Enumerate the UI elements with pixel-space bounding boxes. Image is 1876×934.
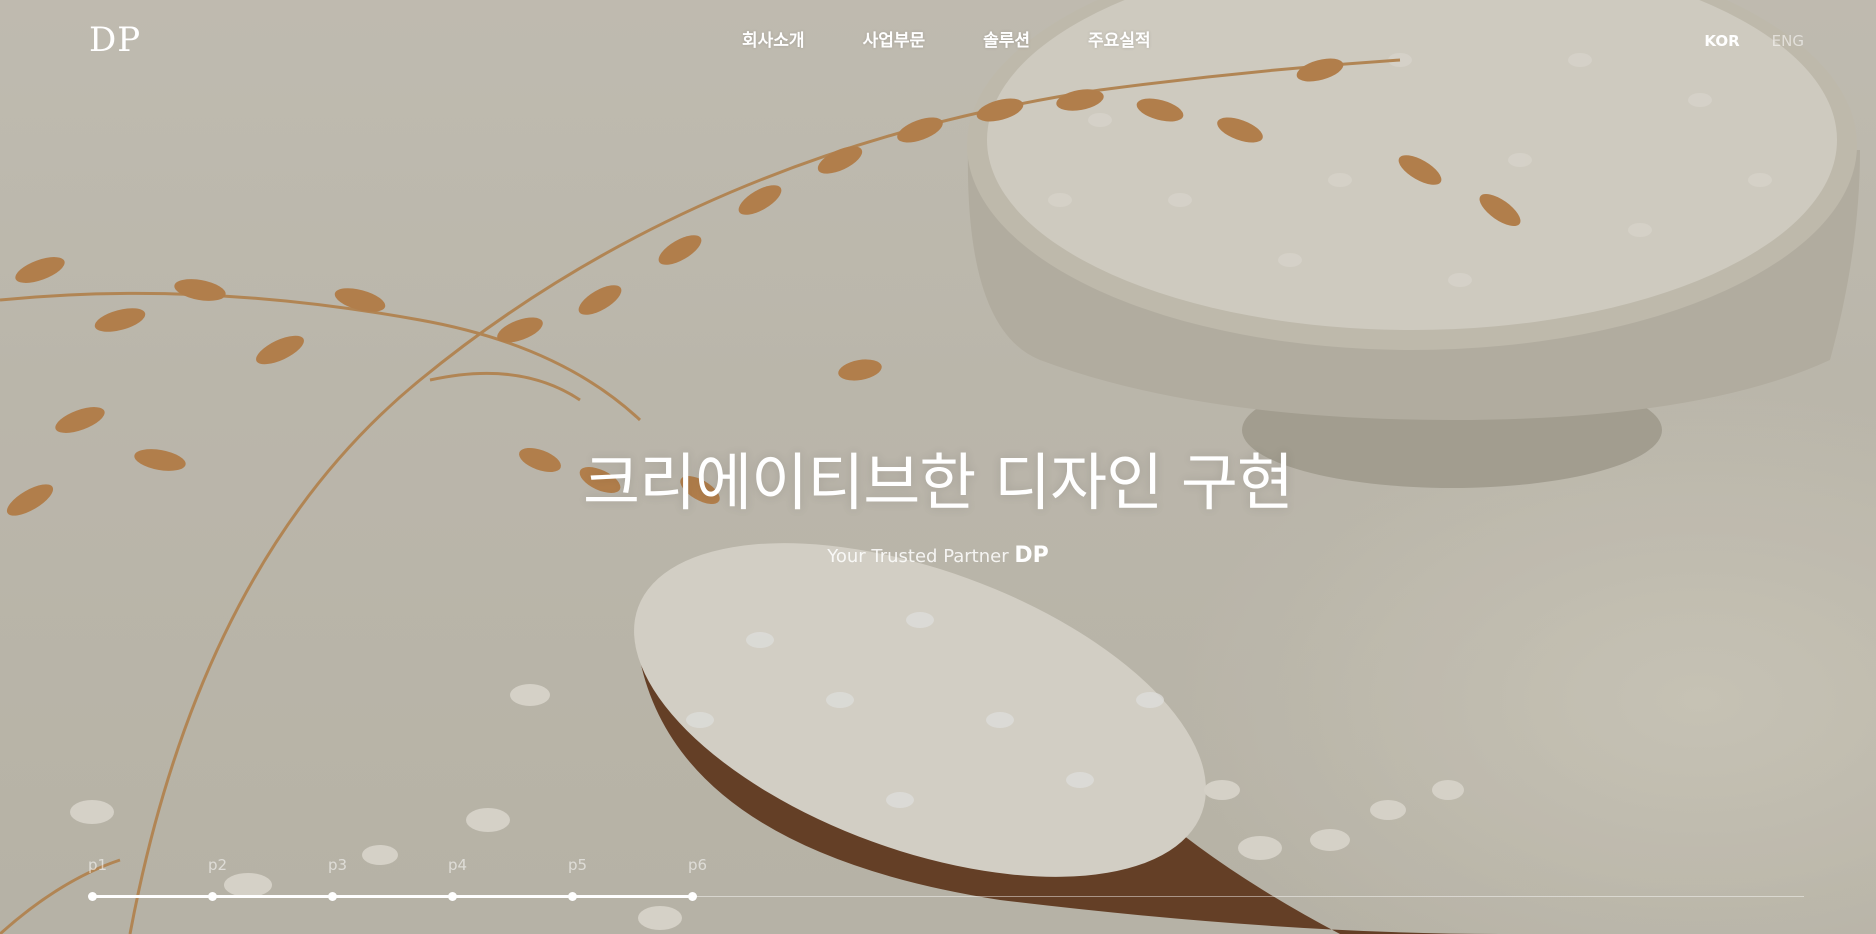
hero-headline: 크리에이티브한 디자인 구현 [583, 446, 1294, 519]
lang-kor-button[interactable]: KOR [1704, 32, 1739, 50]
hero-tagline: Your Trusted Partner DP [0, 543, 1876, 568]
step-label: p3 [328, 856, 348, 874]
step-label: p4 [448, 856, 468, 874]
nav-item-portfolio[interactable]: 주요실적 [1088, 26, 1151, 51]
tagline-brand: DP [1014, 543, 1049, 568]
lang-eng-button[interactable]: ENG [1772, 32, 1804, 50]
step-dot [208, 892, 217, 901]
step-label: p2 [208, 856, 228, 874]
nav-item-solution[interactable]: 솔루션 [983, 26, 1030, 51]
tagline-text: Your Trusted Partner [827, 546, 1009, 567]
step-dot [568, 892, 577, 901]
main-nav: 회사소개 사업부문 솔루션 주요실적 [742, 26, 1209, 51]
step-label: p6 [688, 856, 708, 874]
step-dot [448, 892, 457, 901]
pagination-progress-fill [92, 895, 691, 898]
nav-item-business[interactable]: 사업부문 [863, 26, 926, 51]
slide-pagination: p1 p2 p3 p4 p5 p6 [88, 856, 1804, 901]
nav-item-about[interactable]: 회사소개 [742, 26, 805, 51]
site-header: DP 회사소개 사업부문 솔루션 주요실적 KOR ENG [0, 0, 1876, 84]
step-label: p1 [88, 856, 108, 874]
language-switcher: KOR ENG [1672, 32, 1804, 50]
step-dot [328, 892, 337, 901]
step-dot [88, 892, 97, 901]
logo[interactable]: DP [89, 20, 141, 60]
step-dot [688, 892, 697, 901]
step-label: p5 [568, 856, 588, 874]
